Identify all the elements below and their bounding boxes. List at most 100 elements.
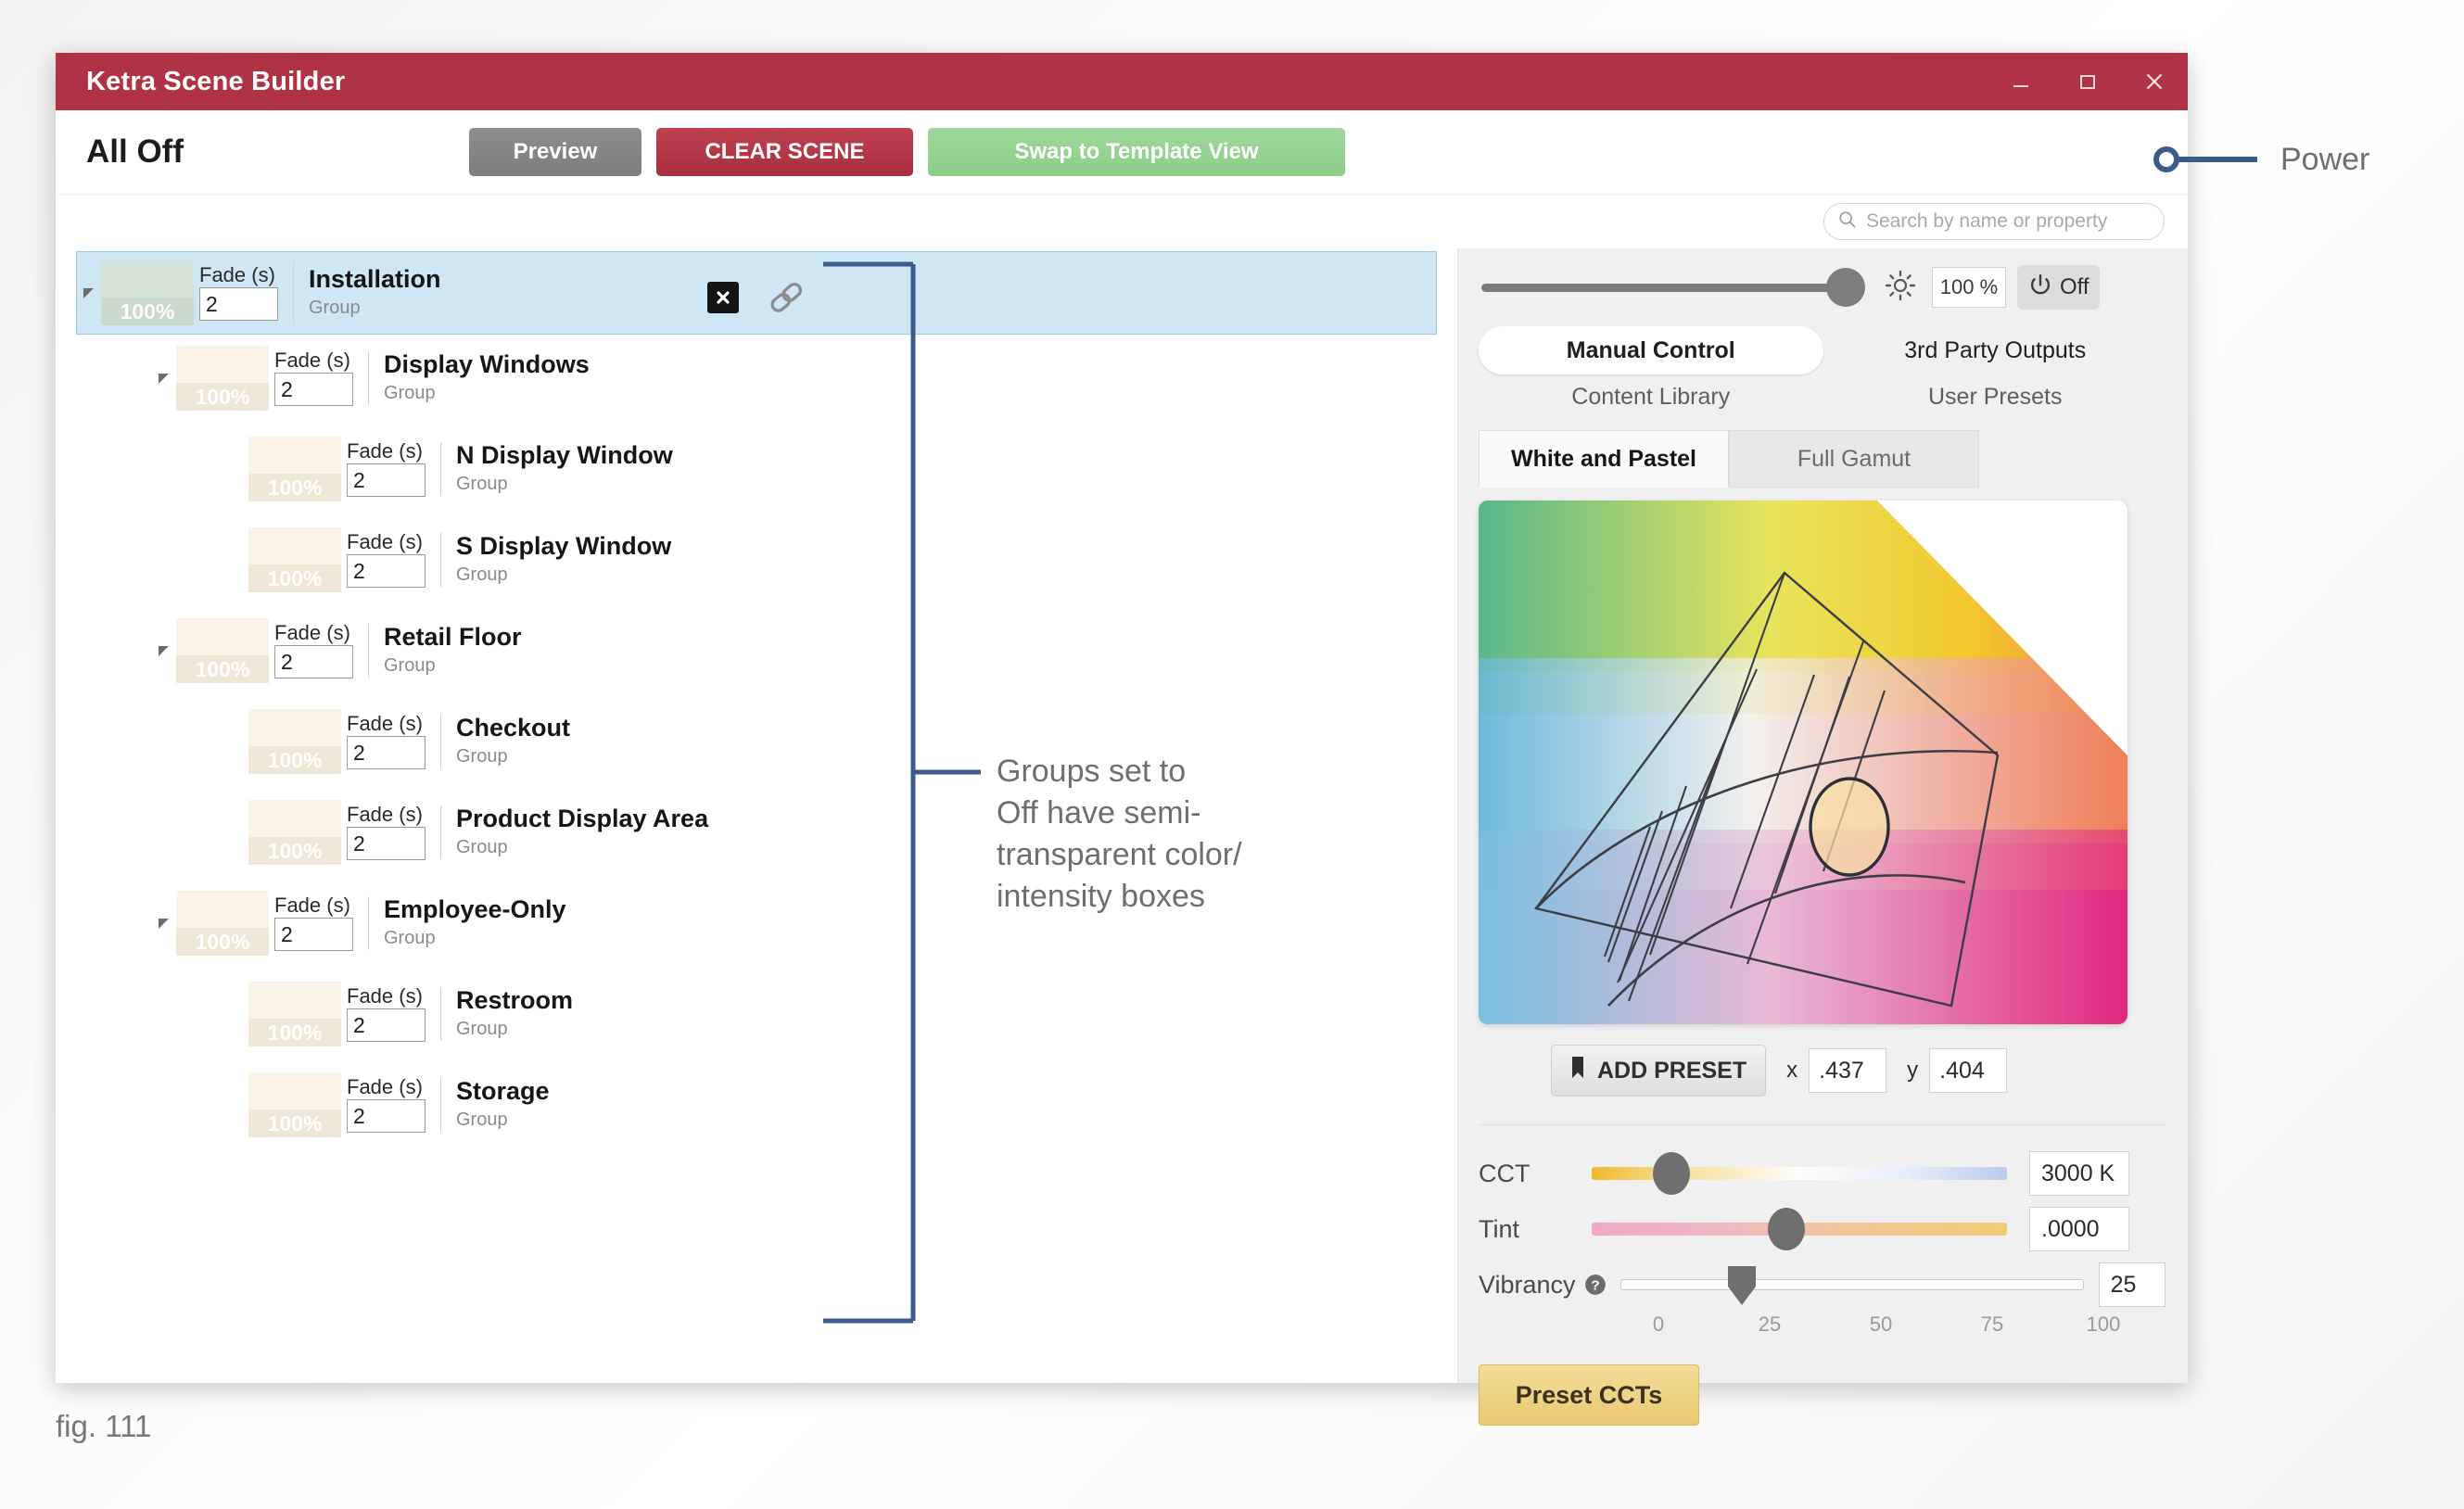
color-intensity-swatch[interactable]: 100% <box>176 618 269 683</box>
tree-row[interactable]: 100% Fade (s) 2 S Display Window Group <box>224 524 671 596</box>
intensity-box[interactable]: 100% <box>176 928 269 956</box>
expand-collapse-icon[interactable] <box>152 370 176 387</box>
color-box[interactable] <box>176 618 269 655</box>
intensity-box[interactable]: 100% <box>101 298 194 325</box>
vibrancy-slider[interactable] <box>1619 1266 2084 1305</box>
intensity-box[interactable]: 100% <box>176 655 269 683</box>
fade-input[interactable]: 2 <box>347 463 425 497</box>
tab-user-presets[interactable]: User Presets <box>1823 374 2168 419</box>
tree-row[interactable]: 100% Fade (s) 2 Product Display Area Group <box>224 796 708 869</box>
color-box[interactable] <box>176 891 269 928</box>
row-divider <box>440 805 441 859</box>
expand-collapse-icon[interactable] <box>77 285 101 301</box>
fade-input[interactable]: 2 <box>274 645 353 678</box>
fade-input[interactable]: 2 <box>199 287 278 321</box>
link-icon[interactable] <box>767 278 806 317</box>
color-intensity-swatch[interactable]: 100% <box>248 800 341 865</box>
brightness-knob[interactable] <box>1826 268 1865 307</box>
color-box[interactable] <box>248 800 341 837</box>
y-value-field[interactable]: .404 <box>1929 1048 2008 1093</box>
fade-control: Fade (s) 2 <box>347 714 425 769</box>
clear-scene-button[interactable]: CLEAR SCENE <box>655 128 913 176</box>
intensity-box[interactable]: 100% <box>248 474 341 501</box>
color-intensity-swatch[interactable]: 100% <box>101 260 194 325</box>
expand-collapse-icon[interactable] <box>152 915 176 932</box>
minimize-icon[interactable] <box>1988 53 2054 110</box>
fade-input[interactable]: 2 <box>347 736 425 769</box>
color-intensity-swatch[interactable]: 100% <box>176 346 269 411</box>
vibrancy-value-field[interactable]: 25 <box>2098 1262 2166 1307</box>
fade-input[interactable]: 2 <box>274 918 353 951</box>
swap-to-template-view-button[interactable]: Swap to Template View <box>927 128 1345 176</box>
row-type: Group <box>456 473 508 494</box>
fade-input[interactable]: 2 <box>347 1008 425 1042</box>
brightness-row: 100 % Off <box>1458 248 2188 326</box>
search-input[interactable]: Search by name or property <box>1823 203 2165 240</box>
tree-row[interactable]: 100% Fade (s) 2 N Display Window Group <box>224 433 673 505</box>
cct-knob[interactable] <box>1653 1152 1690 1195</box>
tree-row[interactable]: 100% Fade (s) 2 Restroom Group <box>224 978 573 1050</box>
expand-collapse-icon[interactable] <box>152 642 176 659</box>
tree-row[interactable]: 100% Fade (s) 2 Storage Group <box>224 1069 550 1141</box>
tint-knob[interactable] <box>1768 1208 1805 1250</box>
maximize-icon[interactable] <box>2054 53 2121 110</box>
brightness-slider[interactable] <box>1481 268 1865 307</box>
preset-ccts-button[interactable]: Preset CCTs <box>1479 1364 1699 1426</box>
add-preset-button[interactable]: ADD PRESET <box>1551 1045 1767 1097</box>
fade-input[interactable]: 2 <box>347 554 425 588</box>
x-value-field[interactable]: .437 <box>1809 1048 1887 1093</box>
color-box[interactable] <box>248 1072 341 1110</box>
tree-row[interactable]: 100% Fade (s) 2 Employee-Only Group <box>152 887 566 959</box>
color-intensity-swatch[interactable]: 100% <box>248 982 341 1046</box>
fade-input[interactable]: 2 <box>347 827 425 860</box>
fade-control: Fade (s) 2 <box>274 350 353 406</box>
color-box[interactable] <box>101 260 194 298</box>
cct-value-field[interactable]: 3000 K <box>2029 1151 2129 1196</box>
tint-value-field[interactable]: .0000 <box>2029 1207 2129 1251</box>
intensity-box[interactable]: 100% <box>248 1110 341 1137</box>
color-intensity-swatch[interactable]: 100% <box>248 1072 341 1137</box>
tab-content-library[interactable]: Content Library <box>1479 374 1823 419</box>
color-box[interactable] <box>248 709 341 746</box>
annotation-line: Groups set to <box>997 754 1187 789</box>
row-type: Group <box>456 1018 508 1039</box>
tree-row[interactable]: 100% Fade (s) 2 Installation Group <box>76 251 1437 335</box>
gamut-tab-white-and-pastel[interactable]: White and Pastel <box>1479 430 1729 488</box>
row-name: Installation <box>309 265 441 294</box>
color-box[interactable] <box>248 527 341 564</box>
brightness-value-field[interactable]: 100 % <box>1932 267 2006 308</box>
help-icon[interactable]: ? <box>1583 1273 1607 1297</box>
tree-row[interactable]: 100% Fade (s) 2 Display Windows Group <box>152 342 590 414</box>
power-state-label: Off <box>2060 274 2089 299</box>
row-name: Product Display Area <box>456 805 709 833</box>
color-box[interactable] <box>176 346 269 383</box>
gamut-tab-full-gamut[interactable]: Full Gamut <box>1729 430 1979 488</box>
intensity-box[interactable]: 100% <box>248 837 341 865</box>
fade-input[interactable]: 2 <box>347 1099 425 1133</box>
tree-row[interactable]: 100% Fade (s) 2 Retail Floor Group <box>152 615 522 687</box>
tree-row[interactable]: 100% Fade (s) 2 Checkout Group <box>224 705 570 778</box>
tint-slider[interactable] <box>1592 1208 2007 1250</box>
intensity-box[interactable]: 100% <box>176 383 269 411</box>
color-intensity-swatch[interactable]: 100% <box>248 437 341 501</box>
vibrancy-knob[interactable] <box>1726 1264 1758 1312</box>
color-box[interactable] <box>248 982 341 1019</box>
cct-slider[interactable] <box>1592 1152 2007 1195</box>
fade-input[interactable]: 2 <box>274 373 353 406</box>
intensity-box[interactable]: 100% <box>248 746 341 774</box>
close-icon[interactable] <box>2121 53 2188 110</box>
color-box[interactable] <box>248 437 341 474</box>
tab-3rd-party-outputs[interactable]: 3rd Party Outputs <box>1823 326 2168 374</box>
remove-icon[interactable] <box>707 282 739 313</box>
row-identity: N Display Window Group <box>456 441 673 496</box>
color-intensity-swatch[interactable]: 100% <box>248 709 341 774</box>
power-button[interactable]: Off <box>2017 265 2100 310</box>
color-intensity-swatch[interactable]: 100% <box>248 527 341 592</box>
chromaticity-diagram[interactable] <box>1479 501 2127 1024</box>
intensity-box[interactable]: 100% <box>248 1019 341 1046</box>
tab-manual-control[interactable]: Manual Control <box>1479 326 1823 374</box>
intensity-box[interactable]: 100% <box>248 564 341 592</box>
color-intensity-swatch[interactable]: 100% <box>176 891 269 956</box>
preview-button[interactable]: Preview <box>468 128 641 176</box>
app-window: Ketra Scene Builder All Off Preview CLEA… <box>56 53 2188 1426</box>
